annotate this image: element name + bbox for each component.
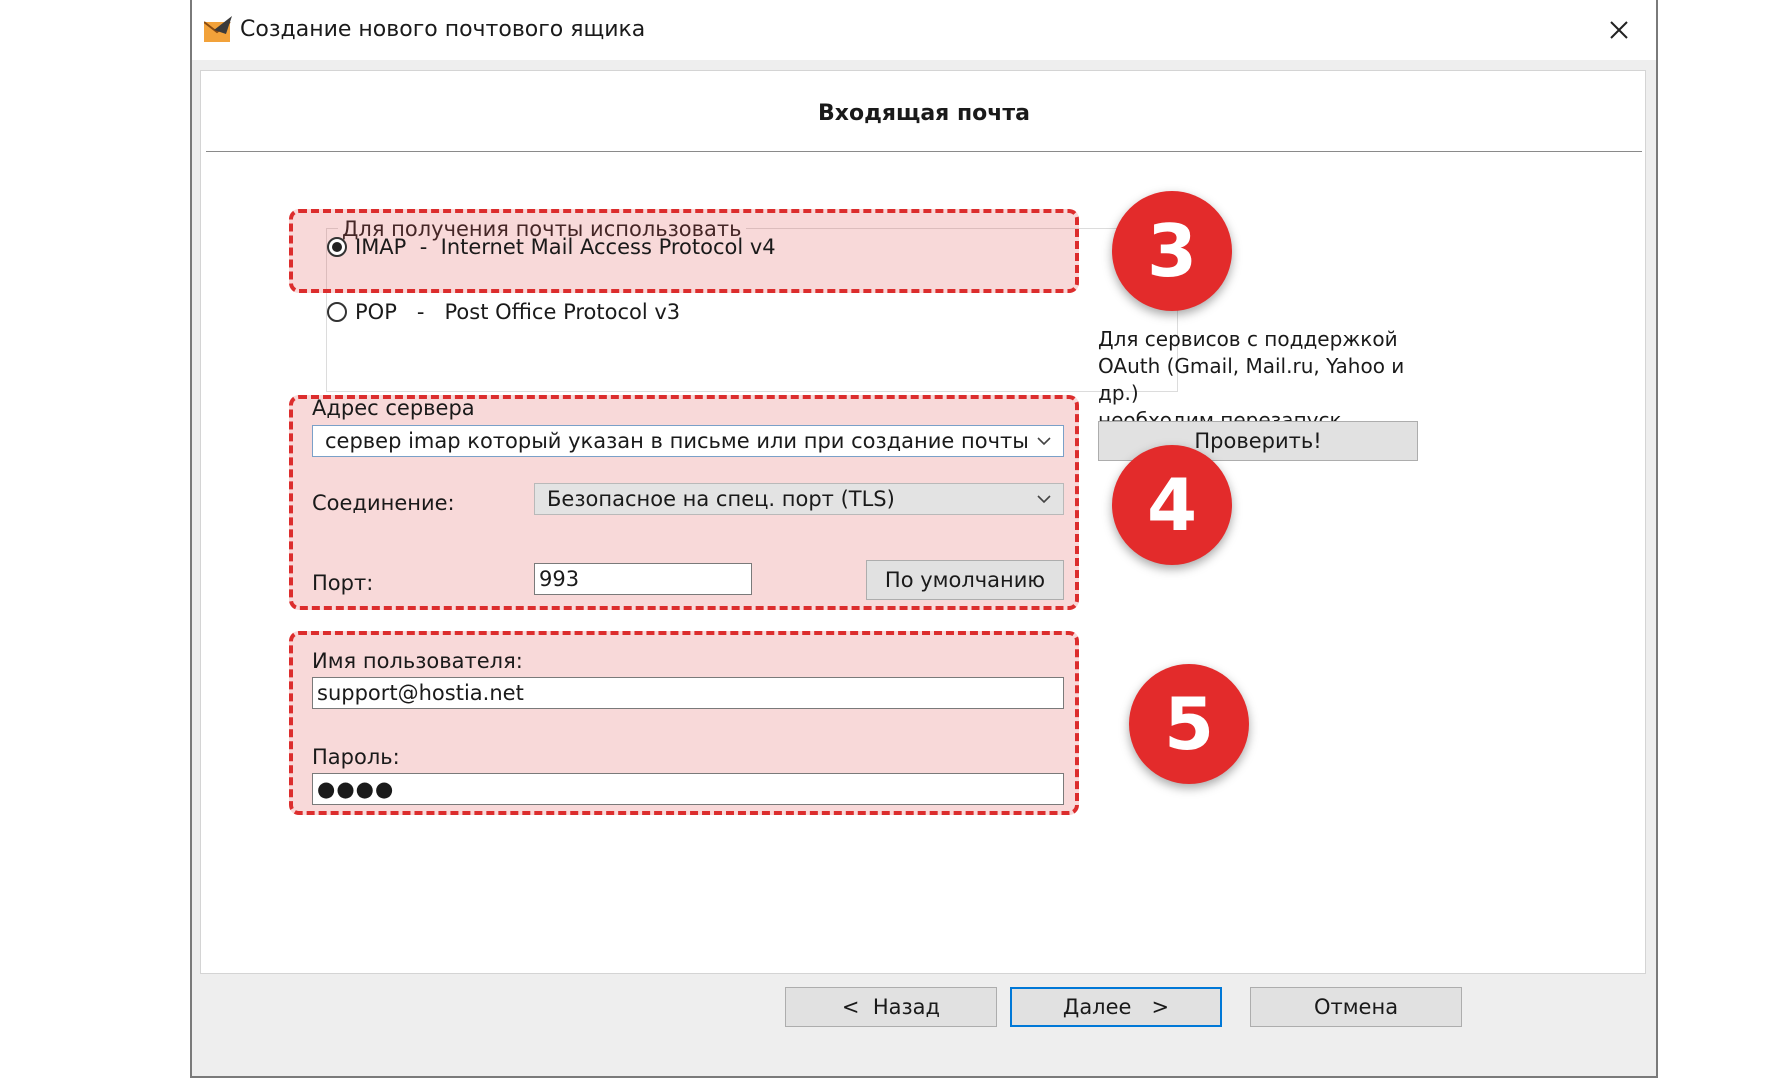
title-bar: Создание нового почтового ящика	[192, 0, 1656, 60]
password-value: ●●●●	[317, 777, 395, 801]
chevron-down-icon	[1037, 495, 1051, 504]
username-label: Имя пользователя:	[312, 649, 523, 673]
step-badge-4: 4	[1112, 445, 1232, 565]
cancel-button[interactable]: Отмена	[1250, 987, 1462, 1027]
port-value: 993	[539, 567, 580, 591]
window-title: Создание нового почтового ящика	[240, 17, 646, 42]
footer-bar: < Назад Далее > Отмена	[192, 974, 1656, 1076]
app-icon	[203, 16, 234, 44]
step-badge-3: 3	[1112, 191, 1232, 311]
wizard-content: Входящая почта Для получения почты испол…	[200, 70, 1646, 974]
back-button[interactable]: < Назад	[785, 987, 997, 1027]
radio-imap[interactable]: IMAP - Internet Mail Access Protocol v4	[327, 235, 776, 259]
step-badge-5: 5	[1129, 664, 1249, 784]
server-address-value: сервер imap который указан в письме или …	[325, 429, 1029, 453]
page-title: Входящая почта	[818, 101, 1030, 126]
radio-imap-button[interactable]	[327, 237, 347, 257]
connection-select[interactable]: Безопасное на спец. порт (TLS)	[534, 483, 1064, 515]
connection-value: Безопасное на спец. порт (TLS)	[547, 487, 895, 511]
close-button[interactable]	[1596, 8, 1642, 52]
server-address-label: Адрес сервера	[312, 396, 475, 420]
close-icon	[1610, 21, 1628, 39]
password-label: Пароль:	[312, 745, 400, 769]
next-button[interactable]: Далее >	[1010, 987, 1222, 1027]
radio-imap-label: IMAP - Internet Mail Access Protocol v4	[355, 235, 776, 259]
chevron-down-icon	[1037, 437, 1051, 446]
radio-pop-label: POP - Post Office Protocol v3	[355, 300, 681, 324]
title-divider	[206, 151, 1642, 152]
default-port-button[interactable]: По умолчанию	[866, 560, 1064, 600]
password-input[interactable]: ●●●●	[312, 773, 1064, 805]
radio-pop[interactable]: POP - Post Office Protocol v3	[327, 300, 680, 324]
oauth-note: Для сервисов с поддержкой OAuth (Gmail, …	[1098, 326, 1428, 434]
dialog-window: Создание нового почтового ящика Входящая…	[190, 0, 1658, 1078]
port-input[interactable]: 993	[534, 563, 752, 595]
radio-pop-button[interactable]	[327, 302, 347, 322]
server-address-combo[interactable]: сервер imap который указан в письме или …	[312, 425, 1064, 457]
oauth-note-line-1: Для сервисов с поддержкой	[1098, 327, 1398, 351]
username-value: support@hostia.net	[317, 681, 524, 705]
port-label: Порт:	[312, 571, 374, 595]
connection-label: Соединение:	[312, 491, 455, 515]
username-input[interactable]: support@hostia.net	[312, 677, 1064, 709]
oauth-note-line-2: OAuth (Gmail, Mail.ru, Yahoo и др.)	[1098, 354, 1405, 405]
